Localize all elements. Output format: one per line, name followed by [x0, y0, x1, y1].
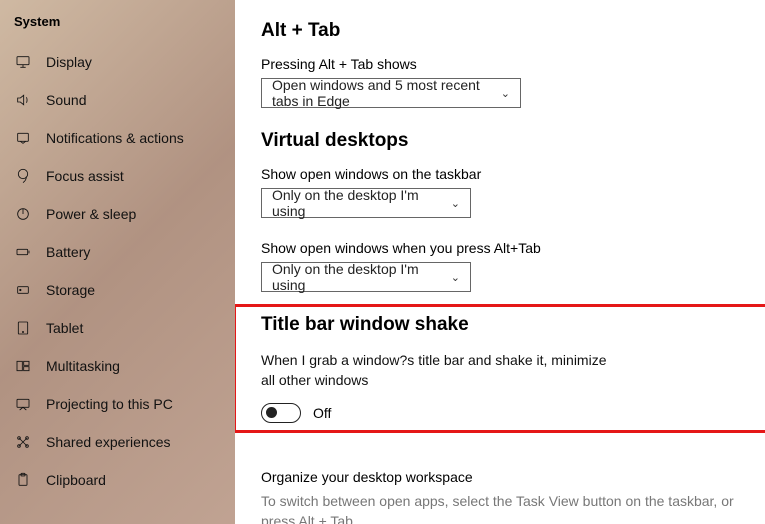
shake-section-title: Title bar window shake — [261, 314, 739, 336]
sidebar-item-label: Storage — [46, 282, 95, 298]
sidebar-item-projecting[interactable]: Projecting to this PC — [0, 385, 235, 423]
sidebar-item-tablet[interactable]: Tablet — [0, 309, 235, 347]
sidebar-item-label: Sound — [46, 92, 86, 108]
sound-icon — [14, 91, 32, 109]
battery-icon — [14, 243, 32, 261]
sidebar-item-clipboard[interactable]: Clipboard — [0, 461, 235, 499]
sidebar-item-display[interactable]: Display — [0, 43, 235, 81]
shake-toggle-label: Off — [313, 405, 331, 421]
toggle-knob — [266, 407, 277, 418]
notifications-icon — [14, 129, 32, 147]
vdesktops-taskbar-dropdown[interactable]: Only on the desktop I'm using ⌄ — [261, 188, 471, 218]
vdesktops-field2-label: Show open windows when you press Alt+Tab — [261, 240, 739, 256]
sidebar-header: System — [0, 8, 235, 43]
highlight-box: Title bar window shake When I grab a win… — [261, 314, 739, 423]
sidebar-item-label: Tablet — [46, 320, 83, 336]
chevron-down-icon: ⌄ — [501, 87, 510, 100]
sidebar-item-shared[interactable]: Shared experiences — [0, 423, 235, 461]
sidebar-item-battery[interactable]: Battery — [0, 233, 235, 271]
sidebar-item-focus-assist[interactable]: Focus assist — [0, 157, 235, 195]
alttab-section-title: Alt + Tab — [261, 20, 739, 42]
dropdown-selected: Open windows and 5 most recent tabs in E… — [272, 77, 501, 109]
sidebar-item-label: Focus assist — [46, 168, 124, 184]
sidebar-item-label: Projecting to this PC — [46, 396, 173, 412]
sidebar-item-multitasking[interactable]: Multitasking — [0, 347, 235, 385]
dropdown-selected: Only on the desktop I'm using — [272, 261, 451, 293]
vdesktops-field1-label: Show open windows on the taskbar — [261, 166, 739, 182]
sidebar: System Display Sound Notifications & act… — [0, 0, 235, 524]
sidebar-item-label: Shared experiences — [46, 434, 171, 450]
projecting-icon — [14, 395, 32, 413]
clipboard-icon — [14, 471, 32, 489]
sidebar-item-label: Notifications & actions — [46, 130, 184, 146]
display-icon — [14, 53, 32, 71]
sidebar-item-label: Battery — [46, 244, 90, 260]
vdesktops-section-title: Virtual desktops — [261, 130, 739, 152]
multitasking-icon — [14, 357, 32, 375]
tablet-icon — [14, 319, 32, 337]
sidebar-item-label: Clipboard — [46, 472, 106, 488]
power-icon — [14, 205, 32, 223]
footer-title: Organize your desktop workspace — [261, 469, 739, 485]
chevron-down-icon: ⌄ — [451, 271, 460, 284]
shake-description: When I grab a window?s title bar and sha… — [261, 350, 621, 391]
sidebar-item-label: Multitasking — [46, 358, 120, 374]
storage-icon — [14, 281, 32, 299]
sidebar-item-power[interactable]: Power & sleep — [0, 195, 235, 233]
sidebar-item-sound[interactable]: Sound — [0, 81, 235, 119]
shared-icon — [14, 433, 32, 451]
main-content: Alt + Tab Pressing Alt + Tab shows Open … — [235, 0, 765, 524]
shake-toggle-row: Off — [261, 403, 739, 423]
sidebar-item-storage[interactable]: Storage — [0, 271, 235, 309]
shake-toggle[interactable] — [261, 403, 301, 423]
focus-assist-icon — [14, 167, 32, 185]
alttab-dropdown[interactable]: Open windows and 5 most recent tabs in E… — [261, 78, 521, 108]
sidebar-item-label: Power & sleep — [46, 206, 136, 222]
dropdown-selected: Only on the desktop I'm using — [272, 187, 451, 219]
vdesktops-alttab-dropdown[interactable]: Only on the desktop I'm using ⌄ — [261, 262, 471, 292]
footer-description: To switch between open apps, select the … — [261, 491, 739, 524]
sidebar-item-label: Display — [46, 54, 92, 70]
chevron-down-icon: ⌄ — [451, 197, 460, 210]
alttab-field-label: Pressing Alt + Tab shows — [261, 56, 739, 72]
sidebar-item-notifications[interactable]: Notifications & actions — [0, 119, 235, 157]
